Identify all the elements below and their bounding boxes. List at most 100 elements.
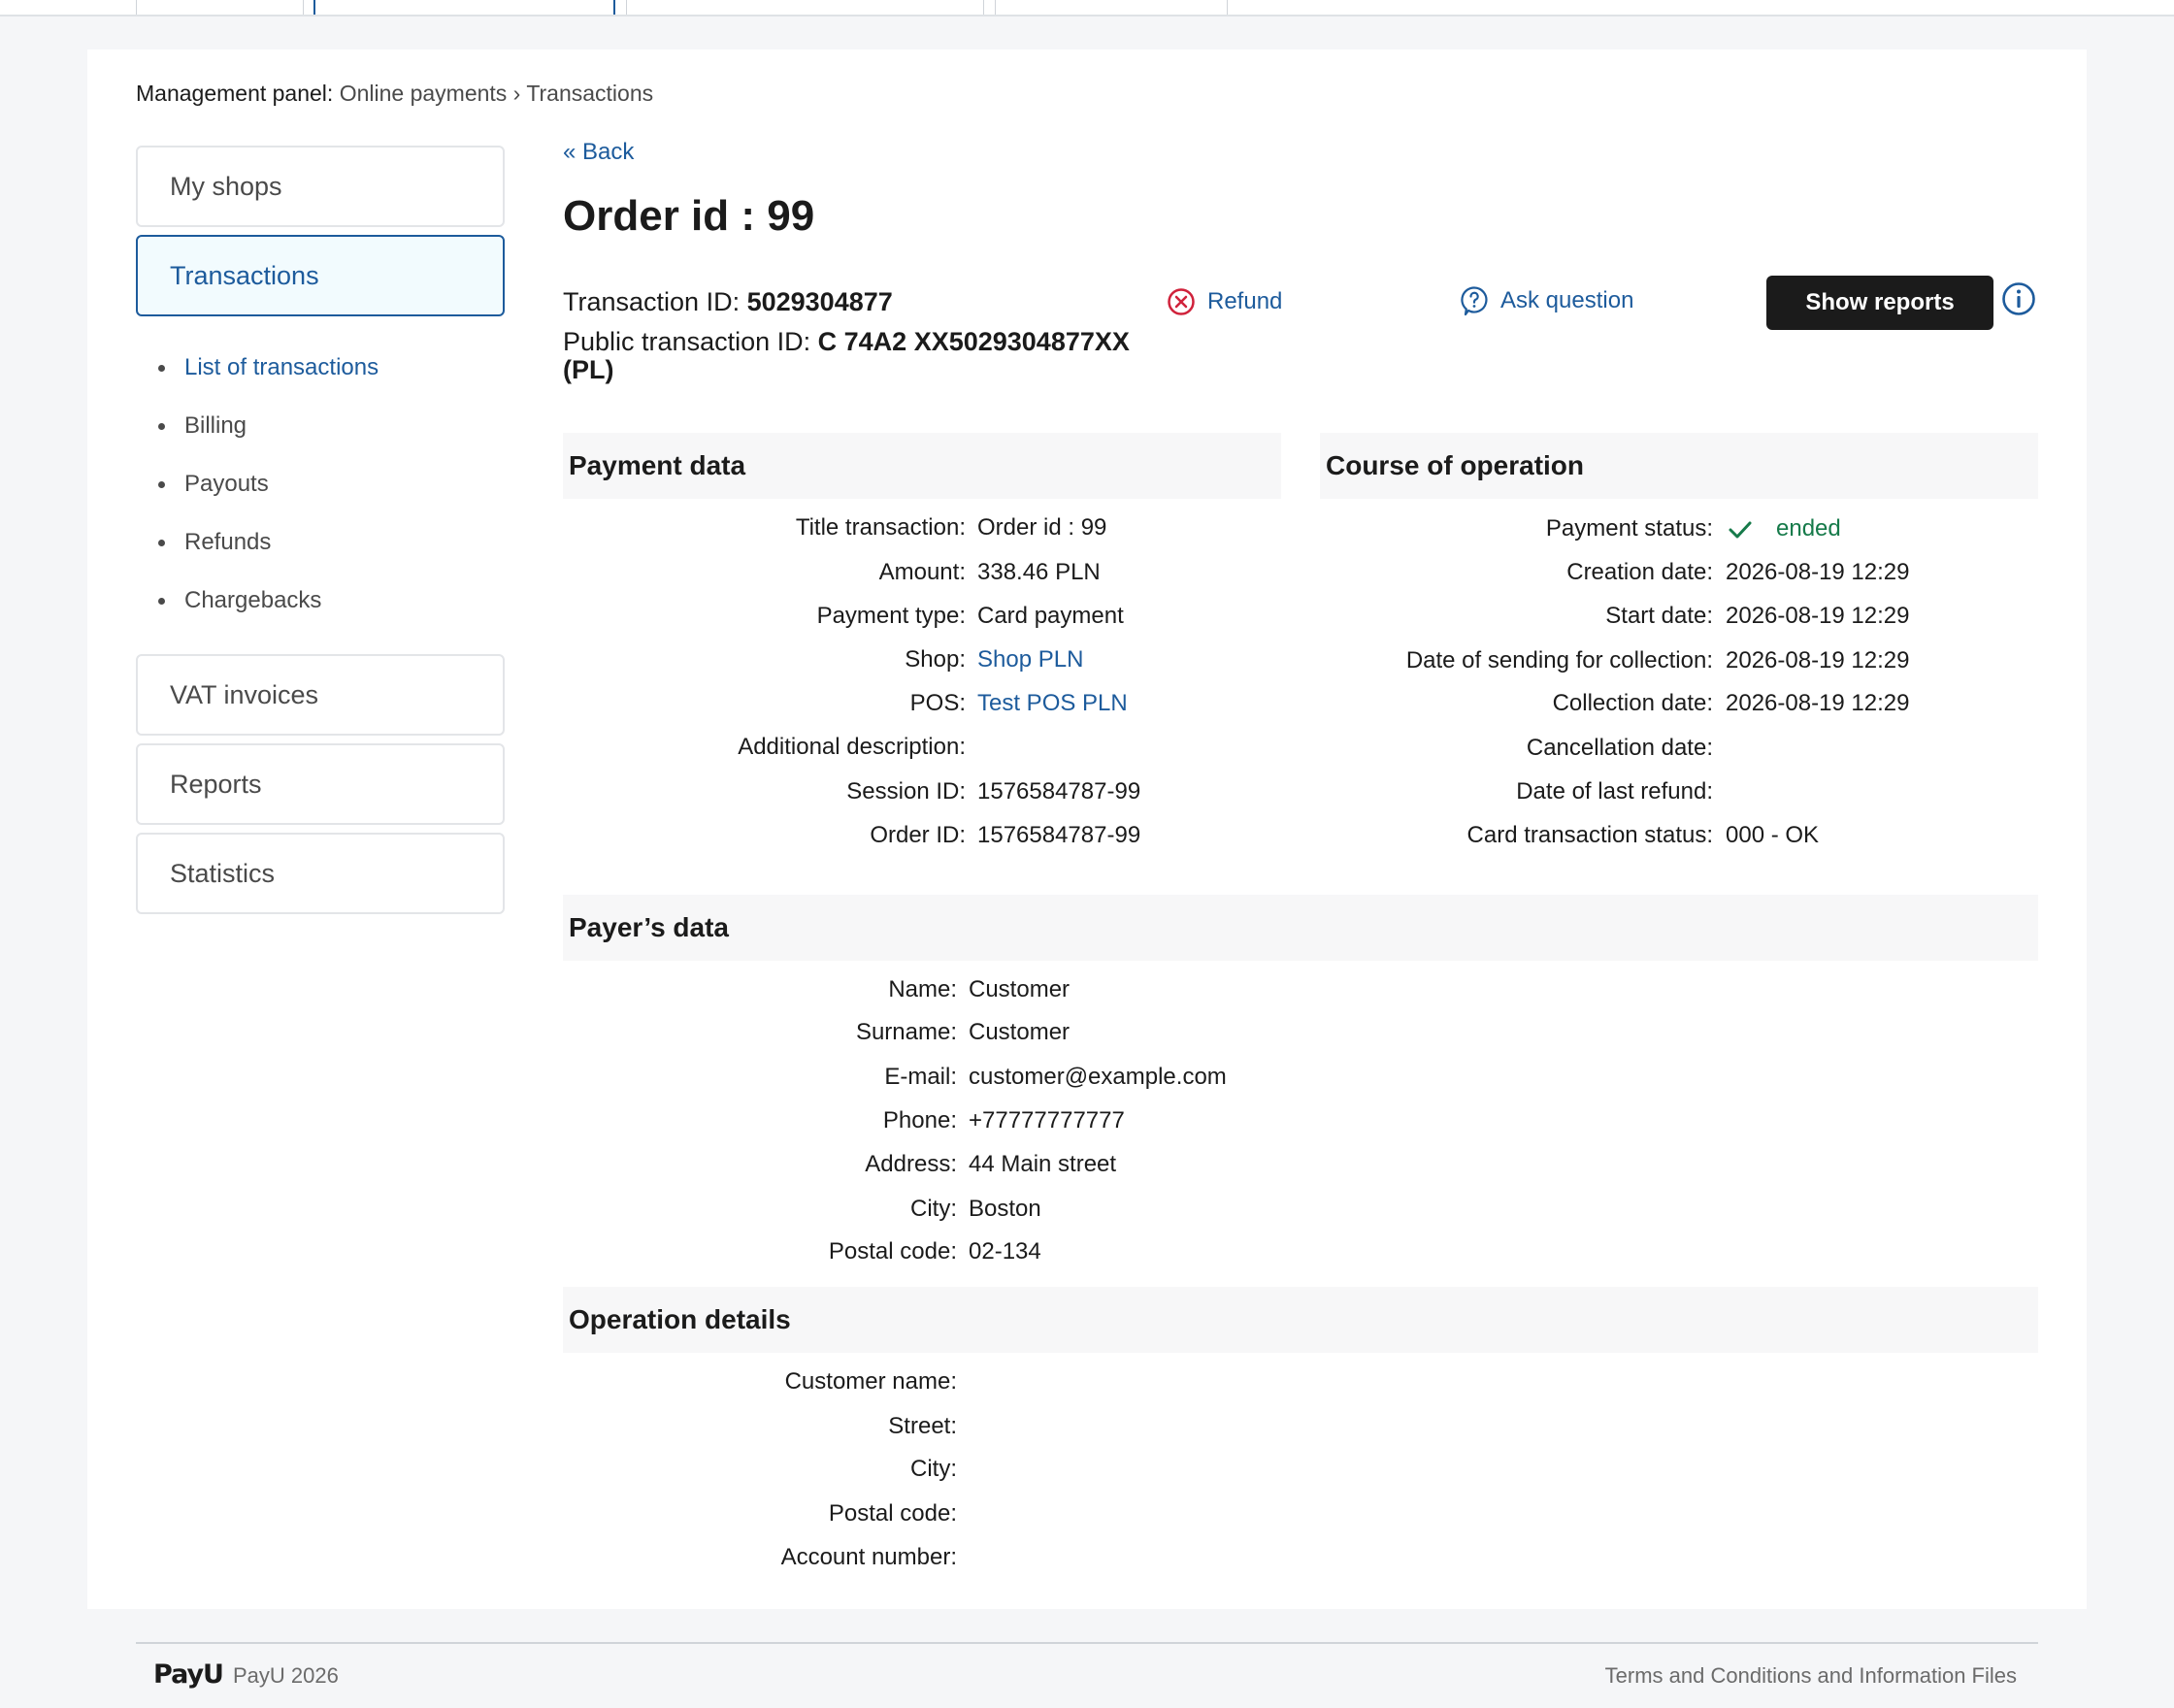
- terms-link[interactable]: Terms and Conditions and Information Fil…: [1605, 1663, 2017, 1689]
- kv-row: City:: [563, 1193, 957, 1236]
- kv-row: 44 Main street: [969, 1148, 1357, 1192]
- kv-row: Creation date:: [1320, 556, 1713, 600]
- operation-details-heading: Operation details: [563, 1287, 2038, 1353]
- transaction-id-label: Transaction ID:: [563, 287, 741, 316]
- kv-key: Surname:: [855, 1019, 957, 1045]
- sidebar-item-statistics[interactable]: Statistics: [136, 833, 505, 914]
- kv-row: Card transaction status:: [1320, 819, 1713, 863]
- kv-row: Shop:: [563, 643, 966, 687]
- kv-row: [1726, 732, 2017, 775]
- sidebar-subitem-billing[interactable]: Billing: [155, 410, 379, 468]
- kv-row: Surname:: [563, 1016, 957, 1060]
- kv-value: 2026-08-19 12:29: [1726, 603, 1910, 629]
- kv-row: Postal code:: [563, 1497, 957, 1541]
- kv-row: Start date:: [1320, 600, 1713, 643]
- kv-key: Additional description:: [738, 734, 966, 760]
- payment-status: ended: [1728, 512, 2019, 556]
- kv-row: Customer name:: [563, 1365, 957, 1409]
- kv-key: Order ID:: [870, 822, 966, 848]
- sidebar-subitem-refunds[interactable]: Refunds: [155, 526, 379, 584]
- check-icon: [1728, 512, 1753, 555]
- top-tab[interactable]: [136, 0, 304, 15]
- kv-key: Date of last refund:: [1516, 778, 1713, 805]
- kv-value: Card payment: [977, 603, 1124, 629]
- back-link[interactable]: « Back: [563, 139, 634, 166]
- sidebar-item-transactions[interactable]: Transactions: [136, 235, 505, 316]
- kv-row: 1576584787-99: [977, 775, 1268, 819]
- shop-link[interactable]: Shop PLN: [977, 643, 1083, 676]
- kv-key: Payment type:: [816, 603, 966, 629]
- kv-row: Order ID:: [563, 819, 966, 863]
- kv-row: Customer: [969, 973, 1357, 1017]
- kv-key: E-mail:: [884, 1064, 957, 1090]
- kv-row: customer@example.com: [969, 1061, 1357, 1104]
- payment-status-value: ended: [1776, 515, 1841, 542]
- ask-question-link[interactable]: Ask question: [1460, 285, 1633, 316]
- kv-row: 2026-08-19 12:29: [1726, 644, 2017, 688]
- public-transaction-id: Public transaction ID: C 74A2 XX50293048…: [563, 328, 1184, 384]
- kv-row: 2026-08-19 12:29: [1726, 600, 2017, 643]
- sidebar-item-reports[interactable]: Reports: [136, 743, 505, 825]
- kv-key: Session ID:: [846, 778, 966, 805]
- kv-row: Order id : 99: [977, 511, 1268, 555]
- top-tab[interactable]: [626, 0, 984, 15]
- kv-row: [977, 731, 1268, 774]
- kv-row: Cancellation date:: [1320, 732, 1713, 775]
- kv-value: Order id : 99: [977, 514, 1107, 541]
- kv-row: Session ID:: [563, 775, 966, 819]
- kv-value: Customer: [969, 1019, 1071, 1045]
- payers-data-heading: Payer’s data: [563, 895, 2038, 961]
- kv-row: 000 - OK: [1726, 819, 2017, 863]
- kv-row: [1726, 775, 2017, 819]
- kv-row: Additional description:: [563, 731, 966, 774]
- payment-data-heading: Payment data: [563, 433, 1281, 499]
- kv-row: 1576584787-99: [977, 819, 1268, 863]
- kv-row: Payment type:: [563, 600, 966, 643]
- kv-key: Postal code:: [828, 1238, 957, 1265]
- kv-key: Shop:: [905, 646, 966, 673]
- show-reports-button[interactable]: Show reports: [1766, 276, 1993, 330]
- payu-logo: PayU: [153, 1659, 224, 1690]
- kv-value: Customer: [969, 976, 1071, 1002]
- sidebar-subitem-chargebacks[interactable]: Chargebacks: [155, 584, 379, 642]
- footer-copyright: PayU 2026: [233, 1663, 339, 1688]
- kv-key: Cancellation date:: [1526, 735, 1713, 761]
- refund-link[interactable]: Refund: [1167, 287, 1282, 316]
- breadcrumb: Management panel: Online payments › Tran…: [136, 81, 653, 107]
- kv-row: Phone:: [563, 1104, 957, 1148]
- kv-row: POS:: [563, 687, 966, 731]
- pos-link[interactable]: Test POS PLN: [977, 687, 1128, 720]
- kv-key: Postal code:: [828, 1500, 957, 1527]
- kv-row: Date of last refund:: [1320, 775, 1713, 819]
- kv-value: +77777777777: [969, 1107, 1125, 1133]
- kv-row: Postal code:: [563, 1235, 957, 1279]
- sidebar-subitem-payouts[interactable]: Payouts: [155, 468, 379, 526]
- transactions-submenu: List of transactions Billing Payouts Ref…: [155, 351, 379, 642]
- footer-divider: [136, 1642, 2038, 1644]
- kv-key: Card transaction status:: [1466, 822, 1713, 848]
- kv-row: 338.46 PLN: [977, 556, 1268, 600]
- kv-key: POS:: [909, 690, 966, 716]
- sidebar-item-vat-invoices[interactable]: VAT invoices: [136, 654, 505, 736]
- kv-key: Date of sending for collection:: [1405, 647, 1713, 673]
- kv-value: 44 Main street: [969, 1151, 1117, 1177]
- kv-row: Name:: [563, 973, 957, 1017]
- kv-row: Street:: [563, 1410, 957, 1454]
- sidebar-item-my-shops[interactable]: My shops: [136, 146, 505, 227]
- sidebar-subitem-list-of-transactions[interactable]: List of transactions: [155, 351, 379, 410]
- kv-row: 2026-08-19 12:29: [1726, 687, 2017, 731]
- course-of-operation-heading: Course of operation: [1320, 433, 2038, 499]
- kv-row: Account number:: [563, 1541, 957, 1585]
- kv-row: E-mail:: [563, 1061, 957, 1104]
- kv-key: Address:: [865, 1151, 957, 1177]
- kv-row: Date of sending for collection:: [1320, 644, 1713, 688]
- kv-row: 02-134: [969, 1235, 1357, 1279]
- kv-value: 1576584787-99: [977, 822, 1141, 848]
- kv-value: 338.46 PLN: [977, 559, 1101, 585]
- kv-key: Title transaction:: [795, 514, 966, 541]
- top-tab-active[interactable]: [313, 0, 615, 15]
- top-tab[interactable]: [995, 0, 1228, 15]
- kv-key: City:: [910, 1456, 957, 1482]
- kv-row: 2026-08-19 12:29: [1726, 556, 2017, 600]
- info-icon[interactable]: [2001, 281, 2036, 316]
